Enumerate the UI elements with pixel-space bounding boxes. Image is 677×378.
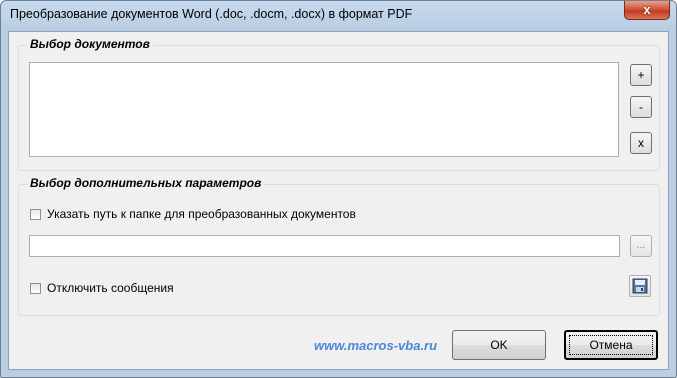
add-document-button[interactable]: + <box>630 64 652 86</box>
remove-document-button[interactable]: - <box>630 96 652 118</box>
close-button[interactable]: x <box>624 1 670 20</box>
options-group-title: Выбор дополнительных параметров <box>27 176 265 190</box>
disable-messages-checkbox-label: Отключить сообщения <box>47 281 174 295</box>
focus-rectangle <box>569 335 653 355</box>
dialog-client-area: Выбор документов + - x Выбор дополнитель… <box>8 31 669 370</box>
ok-button[interactable]: OK <box>452 330 546 360</box>
folder-path-checkbox-label: Указать путь к папке для преобразованных… <box>47 207 356 221</box>
folder-path-checkbox[interactable] <box>30 208 41 220</box>
website-link[interactable]: www.macros-vba.ru <box>314 338 437 353</box>
title-bar[interactable]: Преобразование документов Word (.doc, .d… <box>1 1 676 29</box>
disable-messages-checkbox-row[interactable]: Отключить сообщения <box>30 281 174 295</box>
options-group: Выбор дополнительных параметров Указать … <box>18 176 660 316</box>
folder-path-checkbox-row[interactable]: Указать путь к папке для преобразованных… <box>30 207 356 221</box>
save-settings-button[interactable] <box>629 275 651 297</box>
disable-messages-checkbox[interactable] <box>30 282 41 294</box>
floppy-save-icon <box>632 278 648 294</box>
dialog-window: Преобразование документов Word (.doc, .d… <box>0 0 677 378</box>
cancel-button[interactable]: Отмена <box>564 330 658 360</box>
folder-path-input[interactable] <box>29 235 620 257</box>
clear-documents-button[interactable]: x <box>630 132 652 154</box>
documents-group: Выбор документов + - x <box>18 37 660 171</box>
close-icon: x <box>643 2 651 17</box>
browse-folder-button[interactable]: ... <box>630 235 652 257</box>
documents-listbox[interactable] <box>29 62 619 157</box>
documents-group-title: Выбор документов <box>27 37 153 51</box>
window-title: Преобразование документов Word (.doc, .d… <box>10 7 413 21</box>
